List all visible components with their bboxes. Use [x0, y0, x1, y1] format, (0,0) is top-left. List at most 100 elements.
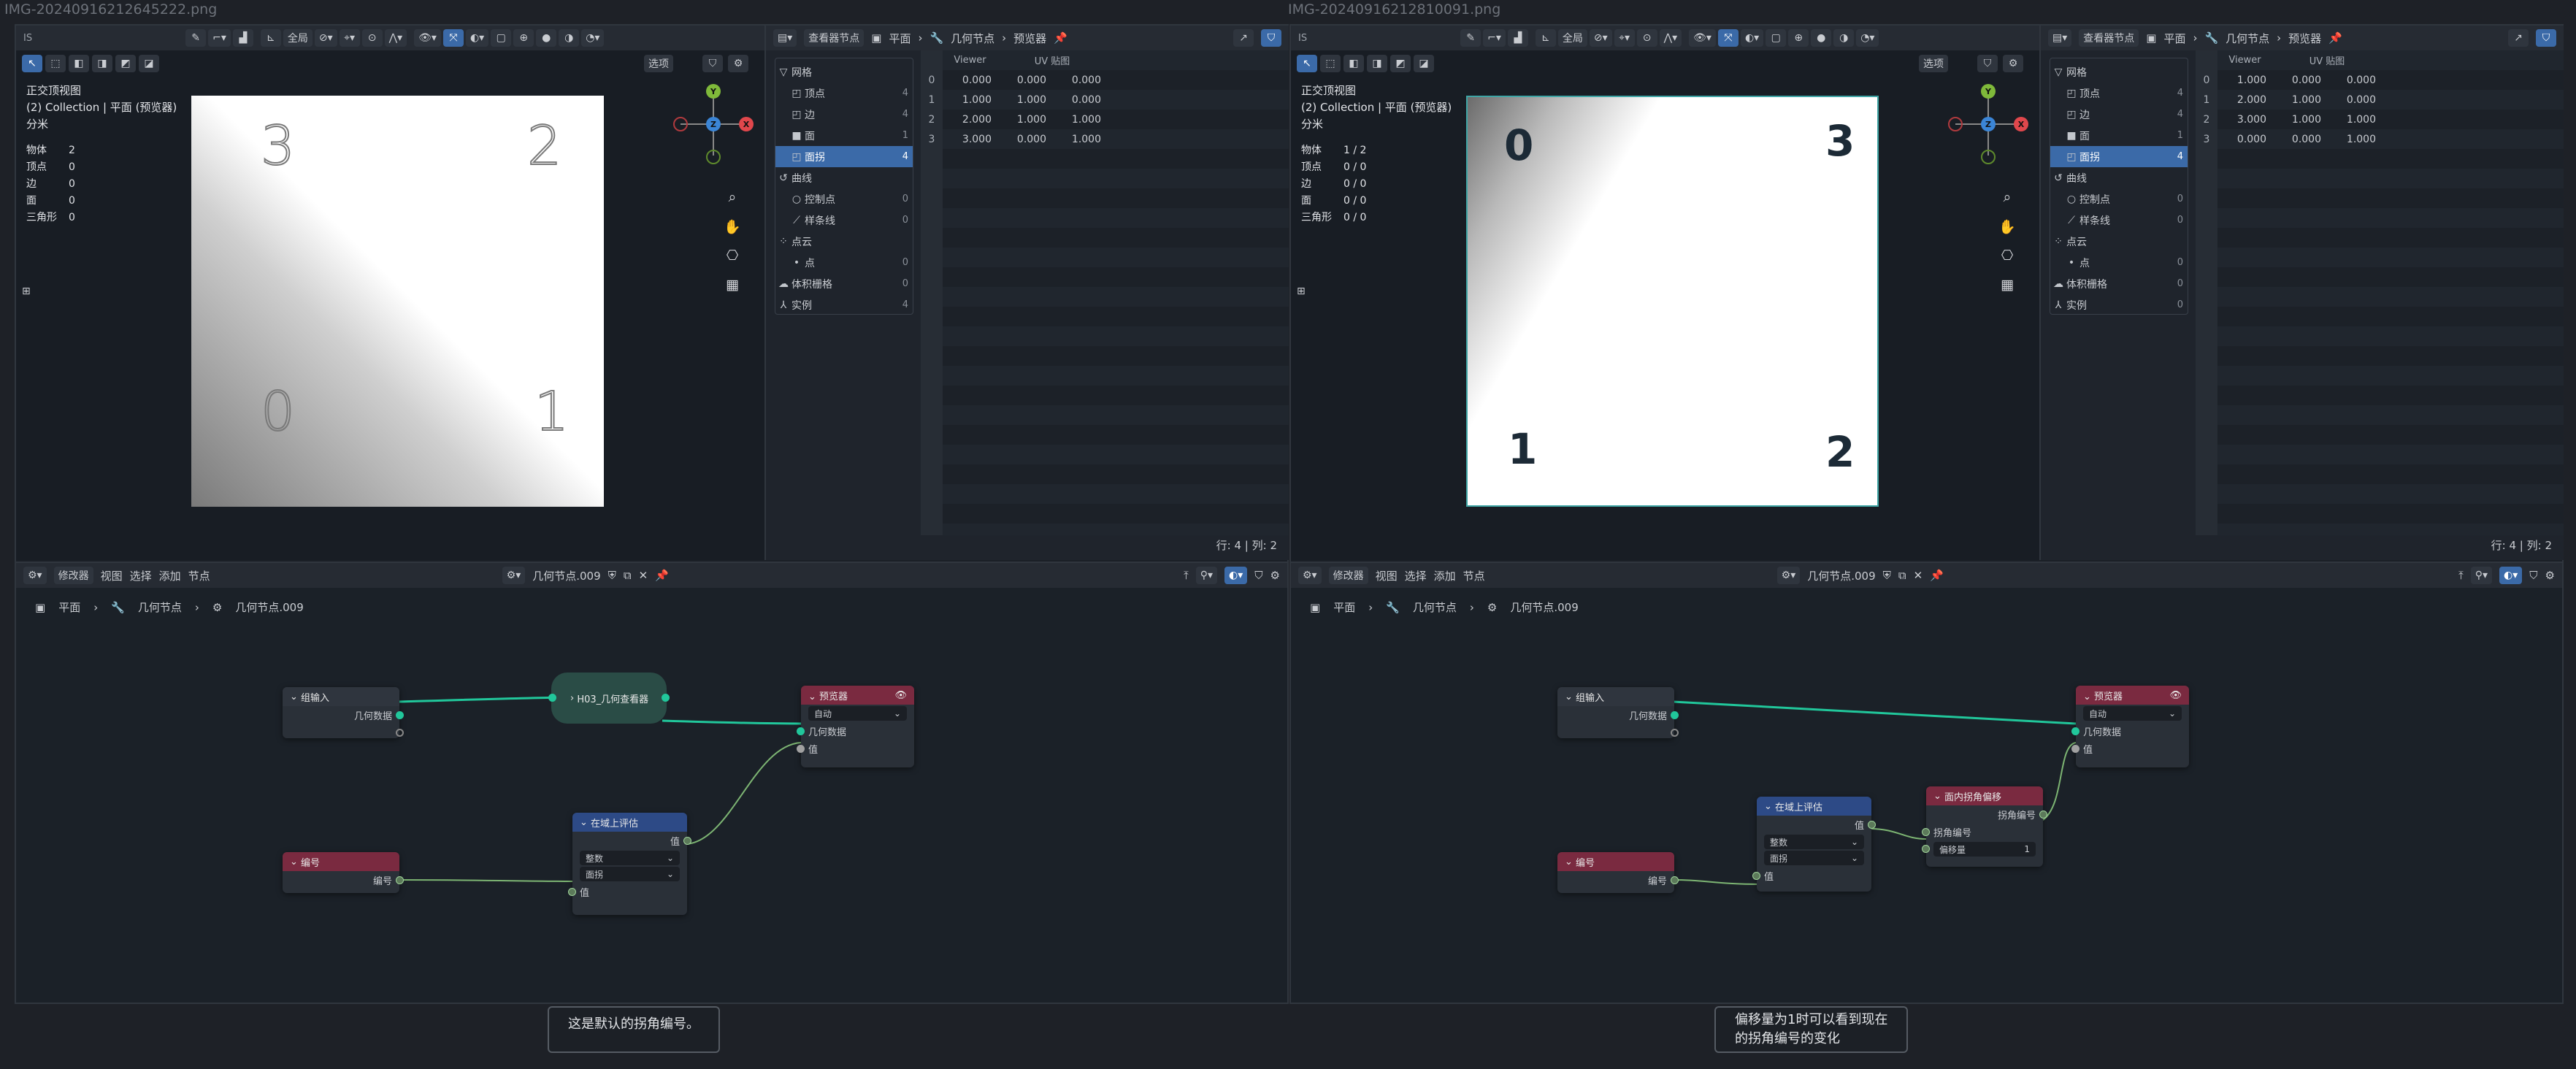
- transform-orient-icon[interactable]: ⊾: [1535, 29, 1556, 47]
- select-subtract-icon[interactable]: ◨: [1367, 55, 1387, 72]
- gizmo-y-icon[interactable]: Y: [1981, 84, 1996, 99]
- gizmo-neg-y-icon[interactable]: [1981, 150, 1996, 164]
- select-box-icon[interactable]: ⬚: [45, 55, 66, 72]
- integer-socket[interactable]: [1922, 845, 1930, 853]
- value-socket[interactable]: [2071, 744, 2079, 753]
- left-scope-dropdown[interactable]: 全局: [283, 29, 313, 47]
- left-node-editor[interactable]: ⚙▾ 修改器 视图 选择 添加 节点 ⚙▾ 几何节点.009 ⛨ ⧉ ✕ 📌 ⤒…: [16, 562, 1287, 1003]
- tree-item-point[interactable]: • 点 0: [2050, 252, 2188, 273]
- chart-icon[interactable]: ▟: [232, 29, 253, 47]
- grid-icon[interactable]: ▦: [1998, 275, 2017, 294]
- integer-socket[interactable]: [1671, 875, 1679, 884]
- select-cursor-icon[interactable]: ↖: [1297, 55, 1317, 72]
- select-extend-icon[interactable]: ◧: [69, 55, 89, 72]
- node-group-input[interactable]: ⌄ 组输入 几何数据: [283, 687, 404, 738]
- cursor-mode-icon[interactable]: ⌐▾: [208, 29, 231, 47]
- render-shading-icon[interactable]: ◔▾: [1856, 29, 1879, 47]
- select-intersect-icon[interactable]: ◪: [1414, 55, 1434, 72]
- visibility-icon[interactable]: 👁▾: [414, 29, 441, 47]
- integer-socket[interactable]: [396, 875, 404, 884]
- tree-item-face-corner[interactable]: ◰ 面拐 4: [2050, 146, 2188, 167]
- wireframe-shading-icon[interactable]: ⊕: [1788, 29, 1809, 47]
- sidebar-toggle-icon[interactable]: ⊞: [1297, 286, 1306, 297]
- zoom-icon[interactable]: ⌕: [723, 188, 742, 207]
- geometry-socket[interactable]: [797, 727, 805, 735]
- node-group-input[interactable]: ⌄ 组输入 几何数据: [1557, 687, 1679, 738]
- settings-gear-icon[interactable]: ⚙: [728, 55, 748, 72]
- solid-shading-icon[interactable]: ●: [1811, 29, 1832, 47]
- material-shading-icon[interactable]: ◑: [559, 29, 580, 47]
- tree-item-instance[interactable]: ⅄ 实例 0: [2050, 294, 2188, 315]
- gizmo-toggle-icon[interactable]: ⤧: [442, 29, 464, 47]
- col-header-uv[interactable]: UV 贴图: [997, 53, 1107, 67]
- tree-item-face[interactable]: ■ 面 1: [775, 125, 913, 146]
- camera-icon[interactable]: ⎔: [723, 246, 742, 265]
- integer-socket[interactable]: [568, 887, 576, 896]
- navigation-gizmo[interactable]: Y X Z: [1948, 84, 2028, 164]
- integer-socket[interactable]: [1752, 871, 1760, 880]
- node-evaluate-on-domain[interactable]: ⌄ 在域上评估 值 整数 ⌄ 面拐 ⌄ 值: [1752, 797, 1876, 892]
- select-subtract-icon[interactable]: ◨: [92, 55, 112, 72]
- node-index[interactable]: ⌄ 编号 编号: [1557, 852, 1679, 893]
- snap-icon[interactable]: ⌖▾: [339, 29, 360, 47]
- empty-socket[interactable]: [1671, 728, 1679, 737]
- col-header-viewer[interactable]: Viewer: [943, 55, 997, 66]
- visibility-icon[interactable]: 👁▾: [1689, 29, 1716, 47]
- geometry-socket[interactable]: [548, 694, 556, 702]
- tree-item-edge[interactable]: ◰ 边 4: [2050, 104, 2188, 125]
- select-intersect-icon[interactable]: ◪: [139, 55, 159, 72]
- tree-item-control-point[interactable]: ○ 控制点 0: [2050, 188, 2188, 210]
- select-only-icon[interactable]: ↗: [1233, 29, 1254, 47]
- select-box-icon[interactable]: ⬚: [1320, 55, 1341, 72]
- pin-icon[interactable]: 📌: [1054, 31, 1067, 45]
- zoom-icon[interactable]: ⌕: [1998, 188, 2017, 207]
- camera-icon[interactable]: ⎔: [1998, 246, 2017, 265]
- col-header-uv[interactable]: UV 贴图: [2272, 53, 2382, 67]
- gizmo-z-icon[interactable]: Z: [706, 117, 721, 131]
- eval-type-select[interactable]: 整数 ⌄: [580, 851, 680, 865]
- proportional-icon[interactable]: ⊙: [361, 29, 383, 47]
- select-only-icon[interactable]: ↗: [2508, 29, 2529, 47]
- transform-orient-icon[interactable]: ⊾: [260, 29, 281, 47]
- sheet-editor-type-icon[interactable]: ▤▾: [2048, 29, 2072, 47]
- empty-socket[interactable]: [396, 728, 404, 737]
- gizmo-x-icon[interactable]: X: [739, 117, 754, 131]
- snap-icon[interactable]: ⌖▾: [1614, 29, 1635, 47]
- left-3d-viewport[interactable]: IS ✎ ⌐▾ ▟ ⊾ 全局 ⊘▾ ⌖▾ ⊙ ⋀▾ 👁▾ ⤧ ◐▾ ▢ ⊕ ●: [16, 26, 764, 560]
- render-shading-icon[interactable]: ◔▾: [581, 29, 605, 47]
- link-icon[interactable]: ⊘▾: [314, 29, 337, 47]
- right-node-editor[interactable]: ⚙▾ 修改器 视图 选择 添加 节点 ⚙▾ 几何节点.009 ⛨ ⧉ ✕ 📌 ⤒…: [1291, 562, 2562, 1003]
- right-3d-viewport[interactable]: IS ✎ ⌐▾ ▟ ⊾ 全局 ⊘▾ ⌖▾ ⊙ ⋀▾ 👁▾ ⤧ ◐▾ ▢ ⊕ ●: [1291, 26, 2039, 560]
- tree-item-spline[interactable]: ⟋ 样条线 0: [2050, 210, 2188, 231]
- gizmo-neg-x-icon[interactable]: [673, 117, 688, 131]
- value-socket[interactable]: [797, 744, 805, 753]
- wireframe-shading-icon[interactable]: ⊕: [513, 29, 534, 47]
- eval-type-select[interactable]: 整数 ⌄: [1764, 835, 1864, 849]
- viewer-domain-select[interactable]: 自动 ⌄: [2083, 706, 2182, 721]
- node-offset-corner-in-face[interactable]: ⌄ 面内拐角偏移 拐角编号 拐角编号 偏移量 1: [1922, 786, 2047, 867]
- right-options-button[interactable]: 选项: [1919, 55, 1948, 72]
- sheet-editor-type-icon[interactable]: ▤▾: [773, 29, 797, 47]
- gizmo-neg-x-icon[interactable]: [1948, 117, 1963, 131]
- tree-item-pointcloud[interactable]: ⁘ 点云: [775, 231, 913, 252]
- integer-socket[interactable]: [1922, 827, 1930, 836]
- gizmo-y-icon[interactable]: Y: [706, 84, 721, 99]
- sidebar-toggle-icon[interactable]: ⊞: [22, 286, 31, 297]
- settings-gear-icon[interactable]: ⚙: [2003, 55, 2023, 72]
- gizmo-x-icon[interactable]: X: [2014, 117, 2028, 131]
- node-group-h03[interactable]: › H03_几何查看器: [548, 673, 670, 724]
- select-extend-icon[interactable]: ◧: [1343, 55, 1364, 72]
- eye-icon[interactable]: 👁: [894, 690, 907, 701]
- tree-item-vertex[interactable]: ◰ 顶点 4: [2050, 83, 2188, 104]
- node-evaluate-on-domain[interactable]: ⌄ 在域上评估 值 整数 ⌄ 面拐 ⌄ 值: [568, 813, 691, 915]
- tree-item-point[interactable]: • 点 0: [775, 252, 913, 273]
- overlay-icon[interactable]: ◐▾: [465, 29, 489, 47]
- proportional-icon[interactable]: ⊙: [1636, 29, 1657, 47]
- navigation-gizmo[interactable]: Y X Z: [673, 84, 754, 164]
- right-scope-dropdown[interactable]: 全局: [1557, 29, 1587, 47]
- gizmo-z-icon[interactable]: Z: [1981, 117, 1996, 131]
- tree-item-edge[interactable]: ◰ 边 4: [775, 104, 913, 125]
- integer-socket[interactable]: [2039, 810, 2047, 819]
- pipette-icon[interactable]: ✎: [1460, 29, 1481, 47]
- tree-item-vertex[interactable]: ◰ 顶点 4: [775, 83, 913, 104]
